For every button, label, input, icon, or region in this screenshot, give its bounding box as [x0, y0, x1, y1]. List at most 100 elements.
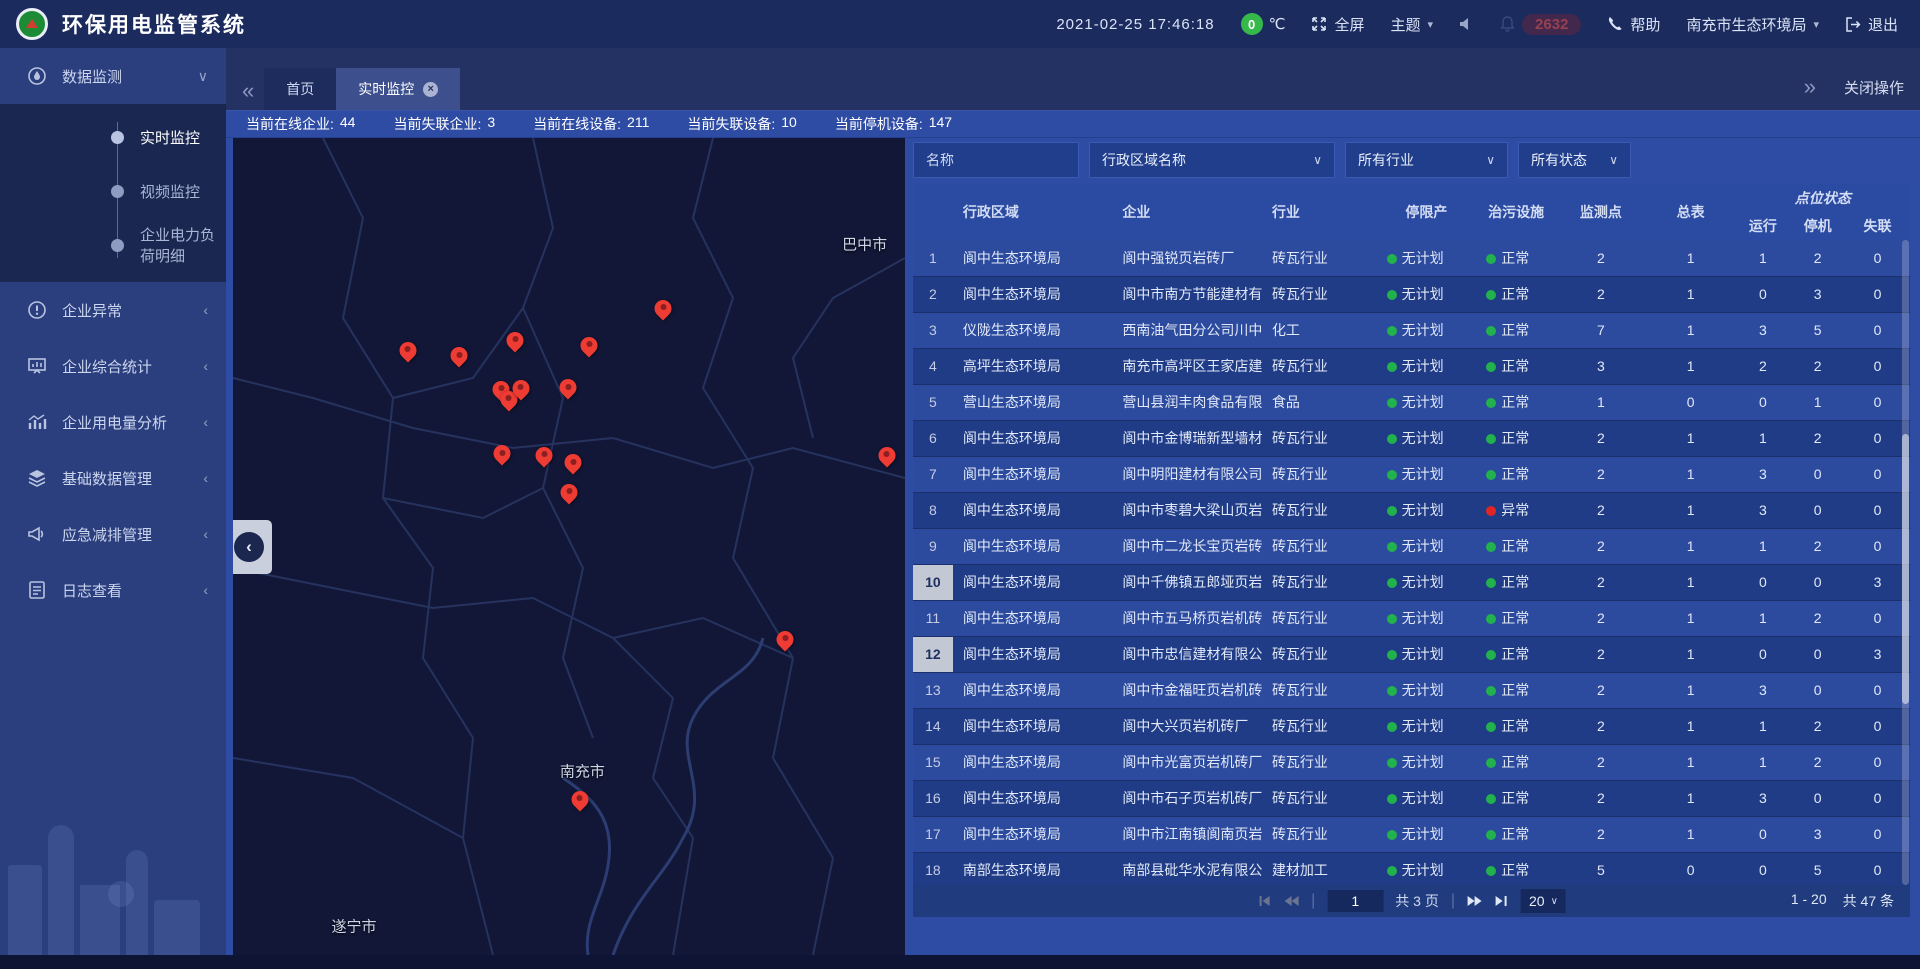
- prev-page-button[interactable]: [1283, 895, 1299, 907]
- last-page-button[interactable]: [1495, 895, 1509, 907]
- user-menu[interactable]: 南充市生态环境局 ▾: [1686, 14, 1819, 35]
- map-pin-icon[interactable]: [494, 445, 511, 462]
- table-row[interactable]: 15 阆中生态环境局 阆中市光富页岩机砖厂 砖瓦行业 无计划 正常 2 1 1: [913, 744, 1910, 780]
- table-row[interactable]: 18 南部生态环境局 南部县砒华水泥有限公 建材加工 无计划 正常 5 0 0: [913, 852, 1910, 885]
- chevron-down-icon: ∨: [1551, 896, 1558, 907]
- table-row[interactable]: 6 阆中生态环境局 阆中市金博瑞新型墙材 砖瓦行业 无计划 正常 2 1 1: [913, 420, 1910, 456]
- sound-mute-button[interactable]: [1459, 17, 1474, 31]
- map-pin-icon[interactable]: [536, 447, 553, 464]
- row-number: 12: [913, 636, 953, 672]
- fullscreen-icon: [1311, 16, 1327, 32]
- map-pin-icon[interactable]: [451, 347, 468, 364]
- sidebar-item-video-monitor[interactable]: 视频监控: [0, 164, 226, 218]
- cell-points: 2: [1556, 564, 1646, 600]
- facility-label: 正常: [1501, 826, 1529, 842]
- map-pin-icon[interactable]: [512, 380, 529, 397]
- table-row[interactable]: 7 阆中生态环境局 阆中明阳建材有限公司 砖瓦行业 无计划 正常 2 1 3: [913, 456, 1910, 492]
- cell-industry: 砖瓦行业: [1262, 348, 1377, 384]
- map-pin-icon[interactable]: [561, 484, 578, 501]
- name-search-input[interactable]: [913, 142, 1079, 178]
- map-pin-icon[interactable]: [507, 332, 524, 349]
- map-pin-icon[interactable]: [565, 454, 582, 471]
- cell-stop: 无计划: [1377, 816, 1477, 852]
- table-row[interactable]: 3 仪陇生态环境局 西南油气田分公司川中 化工 无计划 正常 7 1 3 5: [913, 312, 1910, 348]
- sidebar-group-log-view[interactable]: 日志查看 ‹: [0, 562, 226, 618]
- cell-run: 1: [1735, 420, 1790, 456]
- map-pin-icon[interactable]: [571, 791, 588, 808]
- map-pin-icon[interactable]: [581, 337, 598, 354]
- presentation-board-icon: [26, 356, 48, 376]
- stat-item: 当前停机设备: 147: [835, 114, 952, 134]
- map-city-label: 遂宁市: [331, 916, 376, 937]
- sidebar-group-power-analysis[interactable]: 企业用电量分析 ‹: [0, 394, 226, 450]
- theme-dropdown[interactable]: 主题 ▾: [1391, 14, 1434, 35]
- sidebar-group-base-data[interactable]: 基础数据管理 ‹: [0, 450, 226, 506]
- table-row[interactable]: 17 阆中生态环境局 阆中市江南镇阆南页岩 砖瓦行业 无计划 正常 2 1 0: [913, 816, 1910, 852]
- footer-strip: [0, 955, 1920, 969]
- close-icon[interactable]: ×: [423, 82, 438, 97]
- notifications-button[interactable]: 2632: [1500, 14, 1581, 35]
- cell-lost: 0: [1845, 492, 1910, 528]
- status-dot-icon: [1486, 830, 1496, 840]
- fullscreen-button[interactable]: 全屏: [1311, 14, 1364, 35]
- industry-select[interactable]: 所有行业 ∨: [1345, 142, 1508, 178]
- table-row[interactable]: 12 阆中生态环境局 阆中市忠信建材有限公 砖瓦行业 无计划 正常 2 1 0: [913, 636, 1910, 672]
- cell-facility: 正常: [1476, 456, 1556, 492]
- table-row[interactable]: 2 阆中生态环境局 阆中市南方节能建材有 砖瓦行业 无计划 正常 2 1 0: [913, 276, 1910, 312]
- map-pin-icon[interactable]: [878, 447, 895, 464]
- cell-facility: 正常: [1476, 672, 1556, 708]
- map-panel[interactable]: 巴中市 南充市 遂宁市 ‹: [233, 138, 905, 955]
- stat-item: 当前失联设备: 10: [687, 114, 796, 134]
- tab-realtime-monitor[interactable]: 实时监控 ×: [336, 68, 460, 110]
- status-dot-icon: [1387, 290, 1397, 300]
- table-row[interactable]: 14 阆中生态环境局 阆中大兴页岩机砖厂 砖瓦行业 无计划 正常 2 1 1: [913, 708, 1910, 744]
- table-row[interactable]: 5 营山生态环境局 营山县润丰肉食品有限 食品 无计划 正常 1 0 0 1: [913, 384, 1910, 420]
- map-pin-icon[interactable]: [560, 379, 577, 396]
- next-page-button[interactable]: [1467, 895, 1483, 907]
- sidebar-item-power-load-detail[interactable]: 企业电力负荷明细: [0, 218, 226, 272]
- region-select[interactable]: 行政区域名称 ∨: [1089, 142, 1335, 178]
- map-pin-icon[interactable]: [399, 342, 416, 359]
- cell-run: 0: [1735, 636, 1790, 672]
- table-scrollbar[interactable]: [1902, 240, 1909, 885]
- tabs-scroll-left-button[interactable]: «: [232, 80, 264, 110]
- sidebar-item-realtime-monitor[interactable]: 实时监控: [0, 110, 226, 164]
- cell-run: 0: [1735, 852, 1790, 885]
- status-select[interactable]: 所有状态 ∨: [1518, 142, 1631, 178]
- page-number-input[interactable]: [1327, 890, 1383, 912]
- sidebar-group-data-monitor[interactable]: 数据监测 ∨: [0, 48, 226, 104]
- table-row[interactable]: 13 阆中生态环境局 阆中市金福旺页岩机砖 砖瓦行业 无计划 正常 2 1 3: [913, 672, 1910, 708]
- map-pin-icon[interactable]: [655, 300, 672, 317]
- status-dot-icon: [1387, 722, 1397, 732]
- cell-facility: 正常: [1476, 348, 1556, 384]
- cell-lost: 0: [1845, 312, 1910, 348]
- col-company: 企业: [1112, 184, 1262, 240]
- table-row[interactable]: 10 阆中生态环境局 阆中千佛镇五郎垭页岩 砖瓦行业 无计划 正常 2 1 0: [913, 564, 1910, 600]
- sidebar-group-enterprise-abnormal[interactable]: 企业异常 ‹: [0, 282, 226, 338]
- sidebar-group-emergency-reduction[interactable]: 应急减排管理 ‹: [0, 506, 226, 562]
- table-row[interactable]: 16 阆中生态环境局 阆中市石子页岩机砖厂 砖瓦行业 无计划 正常 2 1 3: [913, 780, 1910, 816]
- cell-meters: 1: [1646, 420, 1736, 456]
- page-size-select[interactable]: 20 ∨: [1521, 889, 1566, 913]
- logout-button[interactable]: 退出: [1845, 14, 1898, 35]
- sidebar-group-enterprise-statistics[interactable]: 企业综合统计 ‹: [0, 338, 226, 394]
- status-dot-icon: [1486, 470, 1496, 480]
- first-page-button[interactable]: [1257, 895, 1271, 907]
- table-row[interactable]: 8 阆中生态环境局 阆中市枣碧大梁山页岩 砖瓦行业 无计划 异常 2 1 3: [913, 492, 1910, 528]
- cell-company: 南部县砒华水泥有限公: [1112, 852, 1262, 885]
- scrollbar-thumb[interactable]: [1902, 434, 1909, 705]
- tabs-scroll-right-button[interactable]: »: [1794, 76, 1826, 98]
- close-operations-button[interactable]: 关闭操作: [1844, 77, 1904, 98]
- map-pin-icon[interactable]: [777, 631, 794, 648]
- sidebar-group-label: 数据监测: [62, 66, 122, 87]
- map-collapse-button[interactable]: ‹: [233, 520, 272, 574]
- table-row[interactable]: 9 阆中生态环境局 阆中市二龙长宝页岩砖 砖瓦行业 无计划 正常 2 1 1: [913, 528, 1910, 564]
- cell-stop: 无计划: [1377, 348, 1477, 384]
- table-row[interactable]: 4 高坪生态环境局 南充市高坪区王家店建 砖瓦行业 无计划 正常 3 1 2: [913, 348, 1910, 384]
- cell-industry: 砖瓦行业: [1262, 528, 1377, 564]
- table-row[interactable]: 11 阆中生态环境局 阆中市五马桥页岩机砖 砖瓦行业 无计划 正常 2 1 1: [913, 600, 1910, 636]
- tab-home[interactable]: 首页: [264, 68, 336, 110]
- table-row[interactable]: 1 阆中生态环境局 阆中强锐页岩砖厂 砖瓦行业 无计划 正常 2 1 1 2: [913, 240, 1910, 276]
- cell-industry: 砖瓦行业: [1262, 492, 1377, 528]
- help-button[interactable]: 帮助: [1607, 14, 1660, 35]
